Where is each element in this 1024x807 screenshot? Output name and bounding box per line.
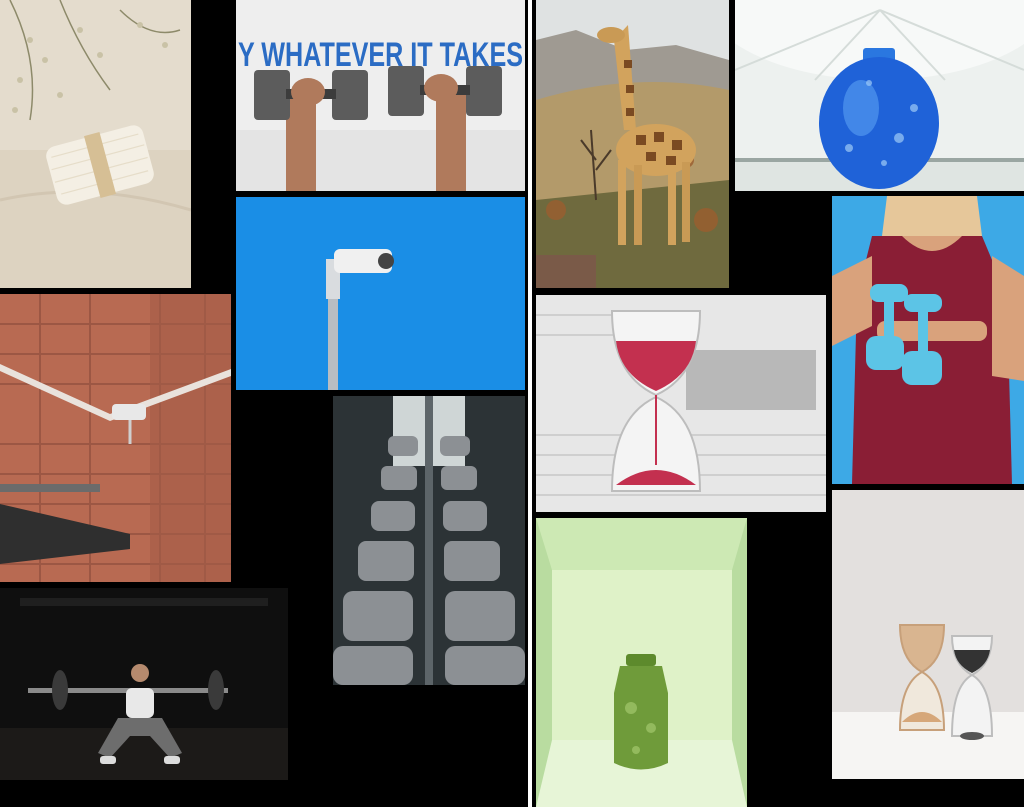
dumbbells-lift-photo: Y WHATEVER IT TAKES xyxy=(236,0,525,191)
cotton-swabs-photo xyxy=(0,0,191,288)
two-hourglasses-photo xyxy=(832,490,1024,779)
brick-camera-photo xyxy=(0,294,231,582)
green-vase-photo xyxy=(536,518,747,807)
dumbbell-rack-photo xyxy=(333,396,525,685)
blue-vase-photo xyxy=(735,0,1024,191)
sky-camera-photo xyxy=(236,197,525,390)
squat-photo xyxy=(0,588,288,780)
giraffe-photo xyxy=(536,0,729,288)
hourglass-newspaper-photo xyxy=(536,295,826,512)
collage-divider xyxy=(528,0,532,807)
woman-dumbbells-photo xyxy=(832,196,1024,484)
